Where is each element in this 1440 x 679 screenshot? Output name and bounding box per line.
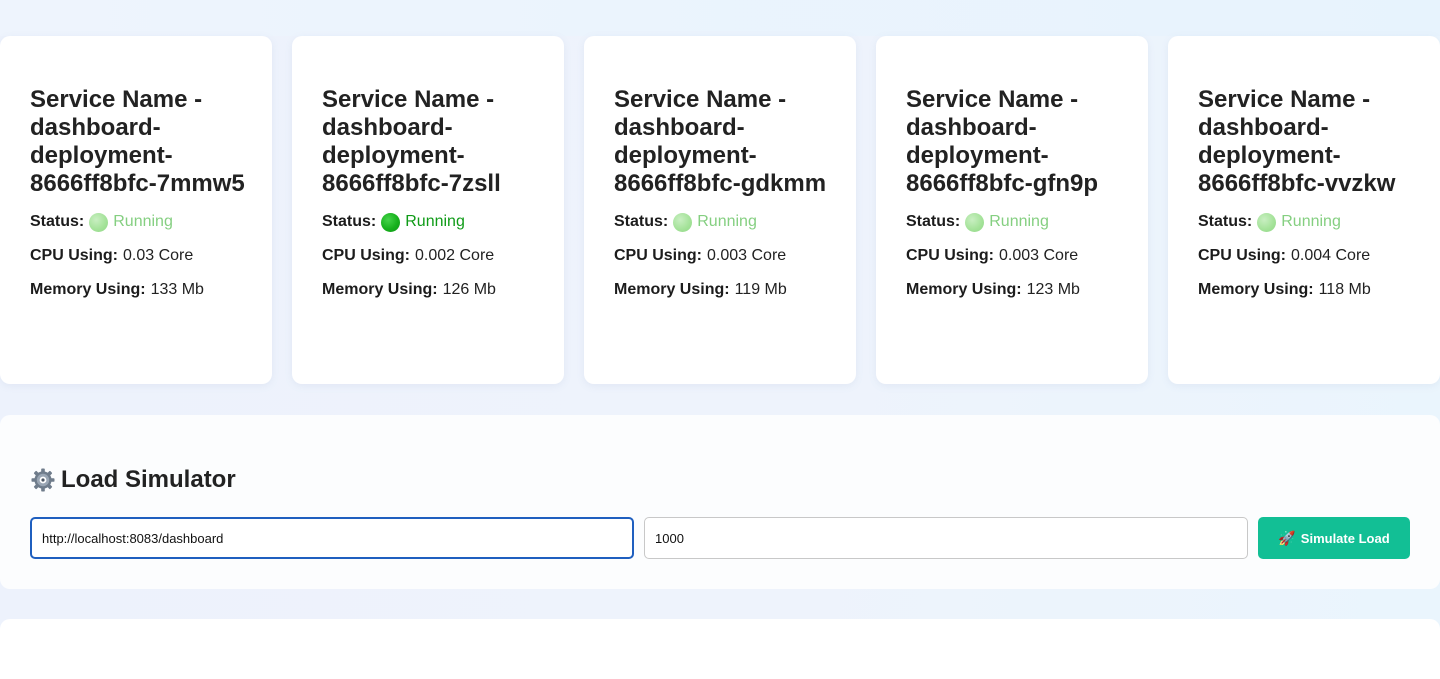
memory-line: Memory Using: 126 Mb xyxy=(322,280,544,300)
cpu-label: CPU Using: xyxy=(30,247,118,264)
simulate-load-button[interactable]: 🚀 Simulate Load xyxy=(1258,517,1410,559)
cpu-label: CPU Using: xyxy=(906,247,994,264)
url-input[interactable] xyxy=(30,517,634,559)
rocket-icon: 🚀 xyxy=(1278,530,1296,546)
service-card-title: Service Name - dashboard-deployment-8666… xyxy=(322,86,501,197)
cpu-value: 0.003 Core xyxy=(999,247,1079,264)
memory-line: Memory Using: 123 Mb xyxy=(906,280,1128,300)
memory-label: Memory Using: xyxy=(906,281,1022,298)
cpu-line: CPU Using: 0.002 Core xyxy=(322,246,544,266)
simulate-load-label: Simulate Load xyxy=(1300,530,1390,546)
service-cards-row: Service Name - dashboard-deployment-8666… xyxy=(0,36,1440,384)
status-line: Status: Running xyxy=(322,212,544,232)
cpu-line: CPU Using: 0.03 Core xyxy=(30,246,252,266)
memory-value: 119 Mb xyxy=(734,281,787,298)
bottom-panel xyxy=(0,619,1440,679)
cpu-label: CPU Using: xyxy=(322,247,410,264)
memory-label: Memory Using: xyxy=(614,281,730,298)
status-dot-icon xyxy=(381,212,401,232)
cpu-label: CPU Using: xyxy=(614,247,702,264)
status-line: Status: Running xyxy=(1198,212,1420,232)
status-dot-icon xyxy=(965,212,985,232)
load-simulator-title: Load Simulator xyxy=(61,466,236,493)
status-value: Running xyxy=(989,213,1049,230)
status-value: Running xyxy=(113,213,173,230)
cpu-label: CPU Using: xyxy=(1198,247,1286,264)
memory-line: Memory Using: 133 Mb xyxy=(30,280,252,300)
service-card-title: Service Name - dashboard-deployment-8666… xyxy=(1198,86,1396,197)
gear-icon xyxy=(30,467,56,493)
memory-label: Memory Using: xyxy=(1198,281,1314,298)
memory-label: Memory Using: xyxy=(322,281,438,298)
service-card-title: Service Name - dashboard-deployment-8666… xyxy=(614,86,827,197)
cpu-value: 0.002 Core xyxy=(415,247,495,264)
service-card-title: Service Name - dashboard-deployment-8666… xyxy=(906,86,1099,197)
status-label: Status: xyxy=(906,213,961,230)
cpu-line: CPU Using: 0.003 Core xyxy=(906,246,1128,266)
cpu-line: CPU Using: 0.004 Core xyxy=(1198,246,1420,266)
memory-line: Memory Using: 118 Mb xyxy=(1198,280,1420,300)
memory-line: Memory Using: 119 Mb xyxy=(614,280,836,300)
status-value: Running xyxy=(1281,213,1341,230)
cpu-value: 0.03 Core xyxy=(123,247,194,264)
memory-value: 118 Mb xyxy=(1318,281,1371,298)
status-label: Status: xyxy=(614,213,669,230)
status-value: Running xyxy=(697,213,757,230)
service-card-title: Service Name - dashboard-deployment-8666… xyxy=(30,86,245,197)
status-line: Status: Running xyxy=(614,212,836,232)
status-label: Status: xyxy=(1198,213,1253,230)
status-dot-icon xyxy=(673,212,693,232)
memory-value: 123 Mb xyxy=(1026,281,1080,298)
service-card: Service Name - dashboard-deployment-8666… xyxy=(584,36,856,384)
request-count-input[interactable] xyxy=(644,517,1248,559)
status-line: Status: Running xyxy=(906,212,1128,232)
load-simulator-panel: Load Simulator 🚀 Simulate Load xyxy=(0,415,1440,589)
load-simulator-heading: Load Simulator xyxy=(30,465,236,495)
service-card: Service Name - dashboard-deployment-8666… xyxy=(876,36,1148,384)
top-header-band xyxy=(0,0,1440,36)
memory-value: 133 Mb xyxy=(150,281,204,298)
status-label: Status: xyxy=(30,213,85,230)
memory-label: Memory Using: xyxy=(30,281,146,298)
cpu-line: CPU Using: 0.003 Core xyxy=(614,246,836,266)
status-label: Status: xyxy=(322,213,377,230)
status-value: Running xyxy=(405,213,465,230)
status-dot-icon xyxy=(89,212,109,232)
memory-value: 126 Mb xyxy=(442,281,496,298)
status-dot-icon xyxy=(1257,212,1277,232)
service-card: Service Name - dashboard-deployment-8666… xyxy=(1168,36,1440,384)
service-card: Service Name - dashboard-deployment-8666… xyxy=(292,36,564,384)
cpu-value: 0.004 Core xyxy=(1291,247,1371,264)
status-line: Status: Running xyxy=(30,212,252,232)
cpu-value: 0.003 Core xyxy=(707,247,787,264)
service-card: Service Name - dashboard-deployment-8666… xyxy=(0,36,272,384)
